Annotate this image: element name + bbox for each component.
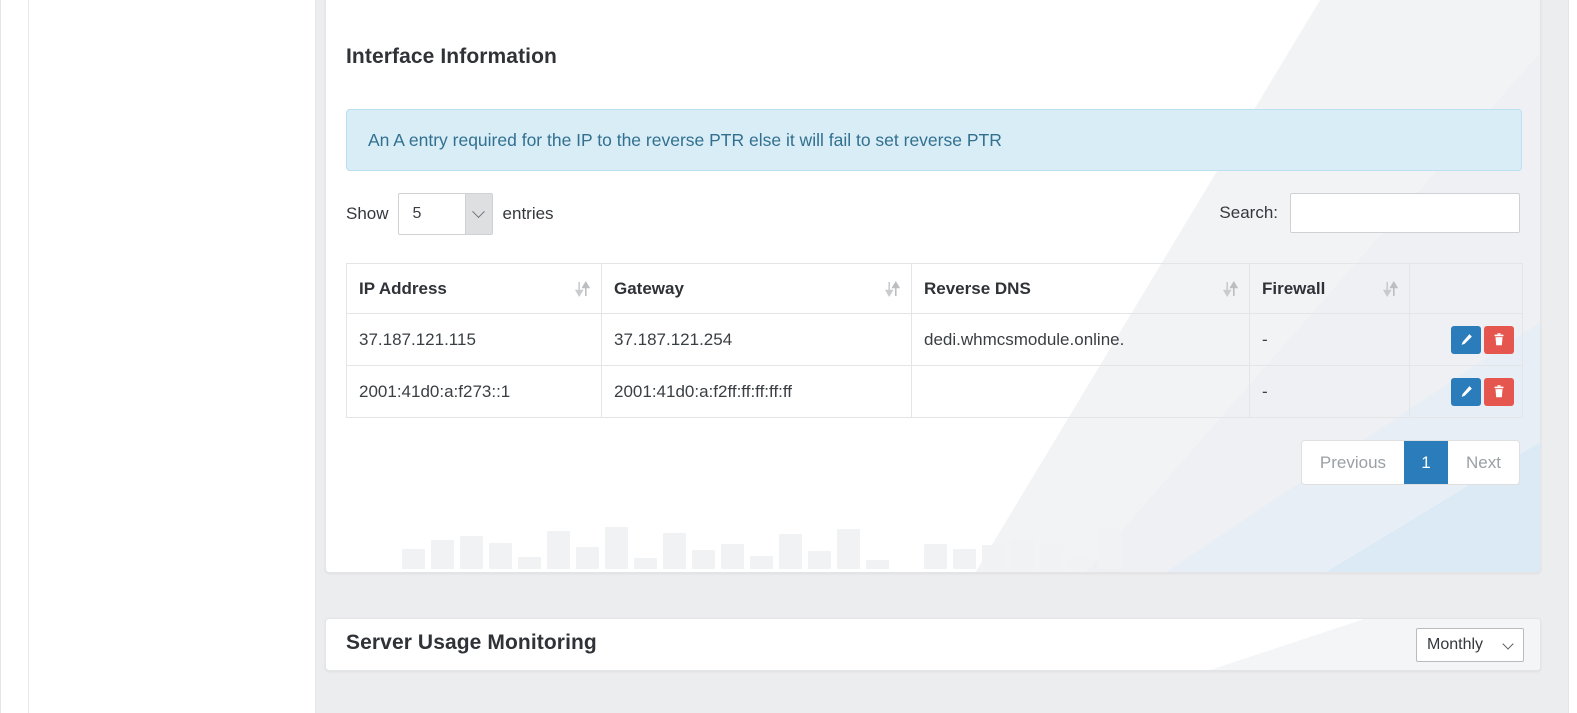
pagination-next-button[interactable]: Next — [1448, 441, 1519, 484]
edit-ip-button[interactable] — [1451, 325, 1481, 354]
interface-ip-table: IP Address Gateway Reverse DNS Firewall … — [346, 263, 1523, 418]
column-label: IP Address — [359, 278, 447, 298]
interface-table-wrapper: IP Address Gateway Reverse DNS Firewall … — [346, 263, 1523, 418]
column-header-firewall[interactable]: Firewall — [1249, 263, 1410, 314]
cell-ip-address: 37.187.121.115 — [346, 313, 602, 366]
page-root: Interface Information An A entry require… — [0, 0, 1577, 713]
sort-icon — [1383, 280, 1398, 297]
usage-period-value: Monthly — [1427, 636, 1484, 653]
sort-icon — [885, 280, 900, 297]
interface-information-panel: Interface Information An A entry require… — [325, 0, 1541, 573]
column-label: Firewall — [1262, 278, 1326, 298]
pagination-page-1-button[interactable]: 1 — [1404, 441, 1449, 484]
table-row: 2001:41d0:a:f273::1 2001:41d0:a:f2ff:ff:… — [346, 365, 1523, 418]
search-label: Search: — [1219, 203, 1278, 222]
show-entries-label-prefix: Show — [346, 204, 389, 223]
reverse-ptr-info-alert: An A entry required for the IP to the re… — [346, 109, 1522, 171]
delete-ip-button[interactable] — [1484, 377, 1514, 406]
column-label: Reverse DNS — [924, 278, 1031, 298]
column-header-ip-address[interactable]: IP Address — [346, 263, 602, 314]
cell-firewall: - — [1249, 313, 1410, 366]
trash-icon — [1494, 385, 1504, 398]
alert-message-text: An A entry required for the IP to the re… — [368, 129, 1002, 150]
server-usage-monitoring-panel: Server Usage Monitoring Monthly — [325, 618, 1541, 671]
pagination-previous-button[interactable]: Previous — [1301, 441, 1405, 484]
search-input[interactable] — [1290, 193, 1520, 233]
pencil-icon — [1461, 334, 1472, 345]
main-content-column: Interface Information An A entry require… — [316, 0, 1577, 713]
cell-actions — [1409, 365, 1523, 418]
table-row: 37.187.121.115 37.187.121.254 dedi.whmcs… — [346, 313, 1523, 366]
delete-ip-button[interactable] — [1484, 325, 1514, 354]
edit-ip-button[interactable] — [1451, 377, 1481, 406]
sort-icon — [1223, 280, 1238, 297]
column-header-gateway[interactable]: Gateway — [601, 263, 912, 314]
chevron-down-icon — [1502, 638, 1514, 650]
datatable-length-control: Show 5 entries — [346, 193, 554, 235]
column-header-reverse-dns[interactable]: Reverse DNS — [911, 263, 1250, 314]
show-entries-label-suffix: entries — [502, 204, 554, 223]
table-header-row: IP Address Gateway Reverse DNS Firewall — [346, 263, 1523, 314]
sort-icon — [575, 280, 590, 297]
datatable-search-control: Search: — [1219, 193, 1520, 233]
cell-gateway: 2001:41d0:a:f2ff:ff:ff:ff:ff — [601, 365, 912, 418]
entries-per-page-value: 5 — [412, 205, 422, 222]
cell-gateway: 37.187.121.254 — [601, 313, 912, 366]
table-pagination: Previous 1 Next — [1300, 440, 1520, 485]
cell-reverse-dns — [911, 365, 1250, 418]
usage-period-select[interactable]: Monthly — [1416, 628, 1524, 662]
cell-firewall: - — [1249, 365, 1410, 418]
trash-icon — [1494, 333, 1504, 346]
right-rail — [1568, 0, 1577, 713]
cell-reverse-dns: dedi.whmcsmodule.online. — [911, 313, 1250, 366]
entries-per-page-select[interactable]: 5 — [397, 193, 493, 235]
pencil-icon — [1461, 386, 1472, 397]
column-label: Gateway — [614, 278, 684, 298]
cell-actions — [1409, 313, 1523, 366]
column-header-actions — [1409, 263, 1523, 314]
sidebar-column — [0, 0, 316, 713]
panel-title-interface-information: Interface Information — [346, 45, 557, 68]
cell-ip-address: 2001:41d0:a:f273::1 — [346, 365, 602, 418]
chevron-down-icon — [464, 194, 492, 234]
panel-title-server-usage-monitoring: Server Usage Monitoring — [346, 631, 597, 654]
